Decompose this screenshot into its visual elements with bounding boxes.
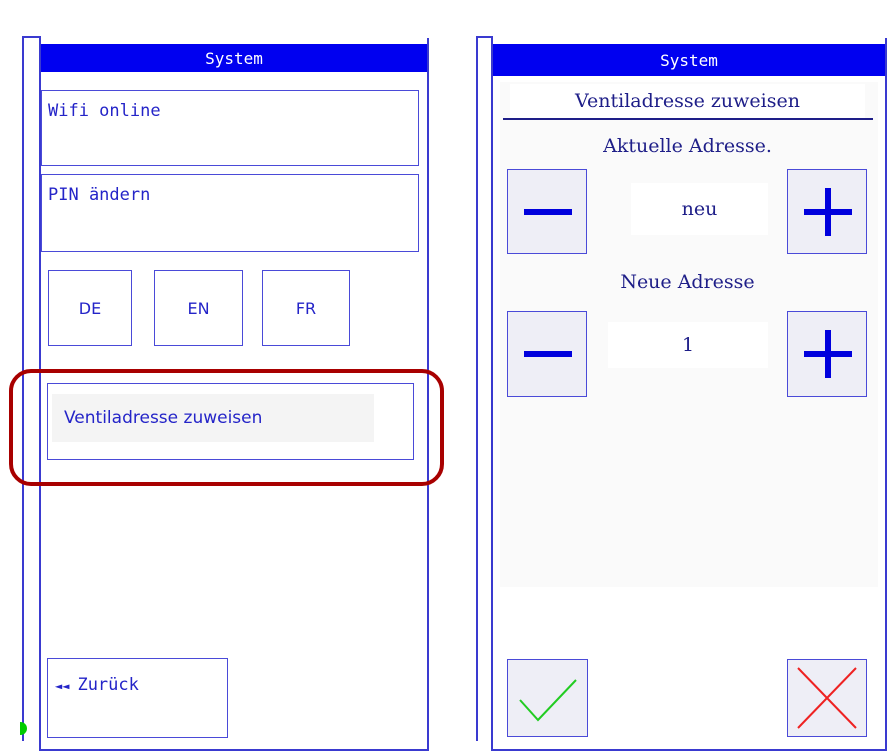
frame-line: [476, 36, 478, 741]
minus-icon: [524, 351, 572, 357]
cross-icon: [797, 667, 857, 729]
back-button[interactable]: ◄◄ Zurück: [47, 658, 228, 738]
new-address-decrement-button[interactable]: [507, 311, 587, 397]
cancel-button[interactable]: [787, 659, 867, 737]
language-en-button[interactable]: EN: [154, 270, 243, 346]
left-screen: System Wifi online PIN ändern DE EN FR V…: [0, 0, 450, 751]
new-address-label: Neue Adresse: [620, 271, 755, 293]
double-left-arrow-icon: ◄◄: [55, 679, 70, 693]
wifi-online-label: Wifi online: [48, 101, 161, 121]
current-address-value: neu: [631, 183, 768, 235]
checkmark-icon: [519, 679, 577, 722]
current-address-decrement-button[interactable]: [507, 169, 587, 254]
change-pin-button[interactable]: PIN ändern: [41, 174, 419, 252]
confirm-button[interactable]: [507, 659, 588, 737]
current-address-increment-button[interactable]: [787, 169, 867, 254]
highlight-annotation: [9, 369, 444, 486]
wifi-online-button[interactable]: Wifi online: [41, 90, 419, 166]
change-pin-label: PIN ändern: [48, 185, 151, 205]
minus-icon: [524, 209, 572, 215]
section-title: Ventiladresse zuweisen: [510, 84, 865, 118]
status-indicator: [20, 722, 27, 735]
new-address-increment-button[interactable]: [787, 311, 867, 397]
divider: [503, 118, 873, 120]
language-de-button[interactable]: DE: [48, 270, 132, 346]
current-address-label: Aktuelle Adresse.: [603, 135, 772, 157]
back-label: Zurück: [77, 675, 139, 695]
page-title: System: [493, 44, 885, 76]
new-address-value: 1: [608, 322, 768, 368]
language-fr-button[interactable]: FR: [262, 270, 350, 346]
page-title: System: [41, 44, 427, 72]
